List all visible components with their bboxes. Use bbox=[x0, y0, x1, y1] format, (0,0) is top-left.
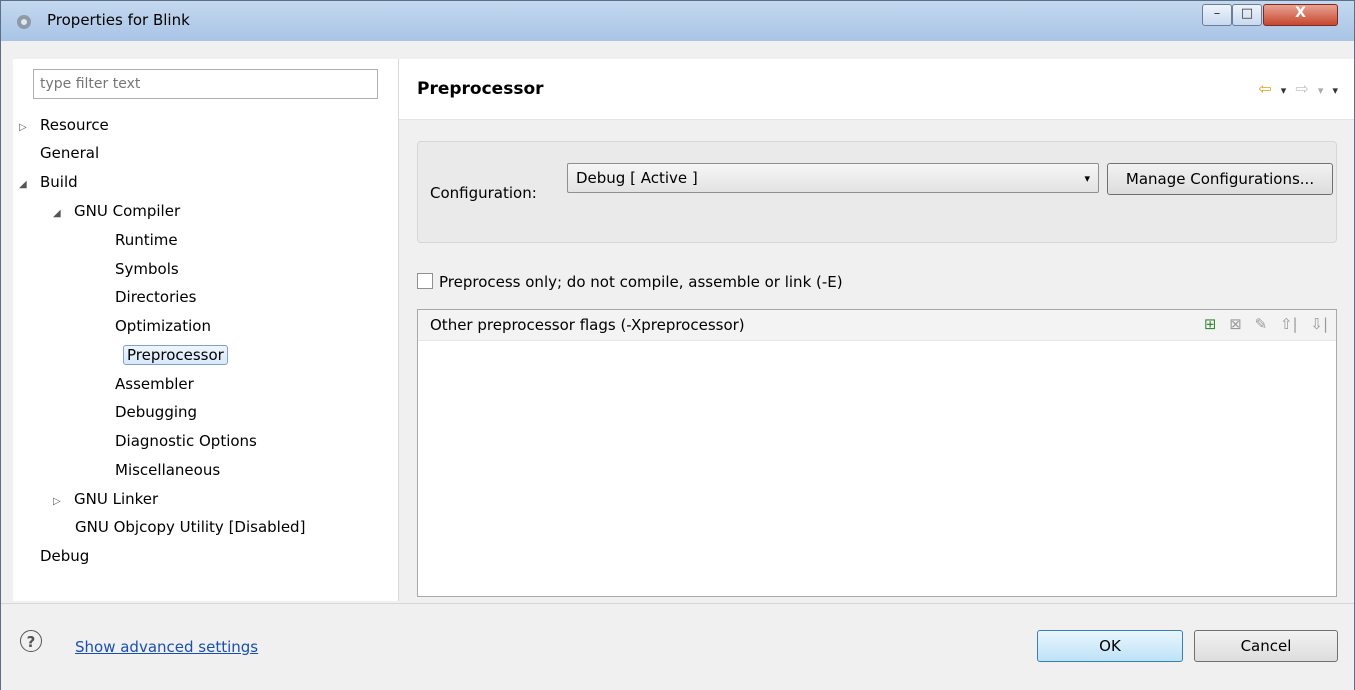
tree-item-label: Runtime bbox=[115, 231, 178, 249]
tree-item-label: Directories bbox=[115, 288, 197, 306]
manage-configurations-button[interactable]: Manage Configurations... bbox=[1107, 163, 1333, 195]
tree-item-label: GNU Compiler bbox=[74, 202, 181, 220]
back-history-dropdown-icon[interactable]: ▾ bbox=[1281, 84, 1287, 97]
back-arrow-icon[interactable]: ⇦ bbox=[1258, 79, 1271, 98]
expand-arrow-icon[interactable]: ▷ bbox=[19, 116, 37, 140]
tree-item-label: General bbox=[40, 144, 100, 162]
configuration-value: Debug [ Active ] bbox=[576, 169, 698, 187]
maximize-icon: □ bbox=[1240, 6, 1254, 21]
tree-item-label: Assembler bbox=[115, 375, 194, 393]
add-icon[interactable]: ⊞ bbox=[1204, 315, 1217, 333]
help-icon[interactable]: ? bbox=[20, 630, 42, 652]
properties-dialog: Properties for Blink – □ X ▷Resource Gen… bbox=[0, 0, 1355, 690]
title-bar: Properties for Blink – □ X bbox=[1, 1, 1354, 41]
tree-item-assembler[interactable]: Assembler bbox=[112, 372, 197, 396]
tree-item-gnu-linker[interactable]: ▷ GNU Linker bbox=[53, 487, 161, 511]
tree-item-diagnostic-options[interactable]: Diagnostic Options bbox=[112, 429, 260, 453]
tree-item-build[interactable]: ◢ Build bbox=[19, 170, 81, 194]
page-title: Preprocessor bbox=[417, 79, 544, 99]
view-menu-icon[interactable]: ▾ bbox=[1332, 84, 1338, 97]
minimize-icon: – bbox=[1213, 6, 1221, 21]
collapse-arrow-icon[interactable]: ◢ bbox=[53, 202, 71, 226]
tree-item-label: GNU Linker bbox=[74, 490, 159, 508]
configuration-group: Configuration: Debug [ Active ] ▾ Manage… bbox=[417, 141, 1337, 243]
tree-item-label: Debugging bbox=[115, 403, 198, 421]
page-nav: ⇦ ▾ ⇨ ▾ ▾ bbox=[1254, 79, 1338, 98]
maximize-button[interactable]: □ bbox=[1232, 4, 1262, 26]
expand-arrow-icon[interactable]: ▷ bbox=[53, 490, 71, 514]
cancel-button[interactable]: Cancel bbox=[1194, 630, 1338, 662]
tree-item-label: Symbols bbox=[115, 260, 179, 278]
ok-button[interactable]: OK bbox=[1037, 630, 1183, 662]
close-button[interactable]: X bbox=[1263, 4, 1338, 26]
delete-icon[interactable]: ⊠ bbox=[1229, 315, 1242, 333]
tree-item-label: Resource bbox=[40, 116, 109, 134]
tree-item-resource[interactable]: ▷ Resource bbox=[19, 113, 112, 137]
page-header: Preprocessor ⇦ ▾ ⇨ ▾ ▾ bbox=[399, 59, 1354, 120]
tree-item-label: Miscellaneous bbox=[115, 461, 221, 479]
tree-item-label: Build bbox=[40, 173, 78, 191]
tree-item-label: GNU Objcopy Utility [Disabled] bbox=[75, 518, 306, 536]
tree-item-directories[interactable]: Directories bbox=[112, 285, 199, 309]
configuration-select[interactable]: Debug [ Active ] ▾ bbox=[567, 163, 1099, 193]
tree-item-miscellaneous[interactable]: Miscellaneous bbox=[112, 458, 223, 482]
flags-list-toolbar: ⊞ ⊠ ✎ ⇧| ⇩| bbox=[1196, 315, 1328, 333]
tree-item-debugging[interactable]: Debugging bbox=[112, 400, 200, 424]
tree-item-label: Optimization bbox=[115, 317, 211, 335]
tree-item-general[interactable]: General bbox=[19, 141, 102, 165]
flags-list-header: Other preprocessor flags (-Xpreprocessor… bbox=[418, 310, 1336, 341]
preprocess-only-checkbox[interactable] bbox=[417, 273, 433, 289]
window-title: Properties for Blink bbox=[47, 11, 190, 29]
tree-item-optimization[interactable]: Optimization bbox=[112, 314, 214, 338]
show-advanced-settings-link[interactable]: Show advanced settings bbox=[75, 638, 258, 656]
move-down-icon[interactable]: ⇩| bbox=[1310, 315, 1328, 333]
preprocessor-flags-list[interactable]: Other preprocessor flags (-Xpreprocessor… bbox=[417, 309, 1337, 597]
filter-input[interactable] bbox=[33, 69, 378, 99]
tree-item-preprocessor[interactable]: Preprocessor bbox=[123, 343, 228, 367]
move-up-icon[interactable]: ⇧| bbox=[1280, 315, 1298, 333]
tree-item-label: Preprocessor bbox=[123, 345, 228, 365]
page-content: Preprocessor ⇦ ▾ ⇨ ▾ ▾ Configuration: De… bbox=[399, 59, 1354, 601]
navigation-pane: ▷Resource General ◢Build ◢GNU Compiler R… bbox=[13, 59, 399, 601]
tree-item-gnu-objcopy-utility[interactable]: GNU Objcopy Utility [Disabled] bbox=[72, 515, 308, 539]
preprocess-only-label: Preprocess only; do not compile, assembl… bbox=[439, 273, 843, 291]
tree-item-runtime[interactable]: Runtime bbox=[112, 228, 181, 252]
preprocess-only-option[interactable]: Preprocess only; do not compile, assembl… bbox=[417, 273, 843, 291]
forward-history-dropdown-icon[interactable]: ▾ bbox=[1318, 84, 1324, 97]
tree-item-gnu-compiler[interactable]: ◢ GNU Compiler bbox=[53, 199, 183, 223]
collapse-arrow-icon[interactable]: ◢ bbox=[19, 173, 37, 197]
tree-item-debug[interactable]: Debug bbox=[19, 544, 92, 568]
forward-arrow-icon[interactable]: ⇨ bbox=[1295, 79, 1308, 98]
flags-list-title: Other preprocessor flags (-Xpreprocessor… bbox=[430, 316, 745, 334]
app-icon bbox=[17, 15, 31, 29]
tree-item-label: Debug bbox=[40, 547, 90, 565]
edit-icon[interactable]: ✎ bbox=[1255, 315, 1268, 333]
tree-item-label: Diagnostic Options bbox=[115, 432, 257, 450]
dropdown-caret-icon: ▾ bbox=[1084, 172, 1090, 185]
dialog-footer: ? Show advanced settings OK Cancel bbox=[1, 603, 1354, 690]
tree-item-symbols[interactable]: Symbols bbox=[112, 257, 182, 281]
configuration-label: Configuration: bbox=[430, 184, 537, 202]
close-icon: X bbox=[1295, 5, 1306, 21]
minimize-button[interactable]: – bbox=[1202, 4, 1232, 26]
